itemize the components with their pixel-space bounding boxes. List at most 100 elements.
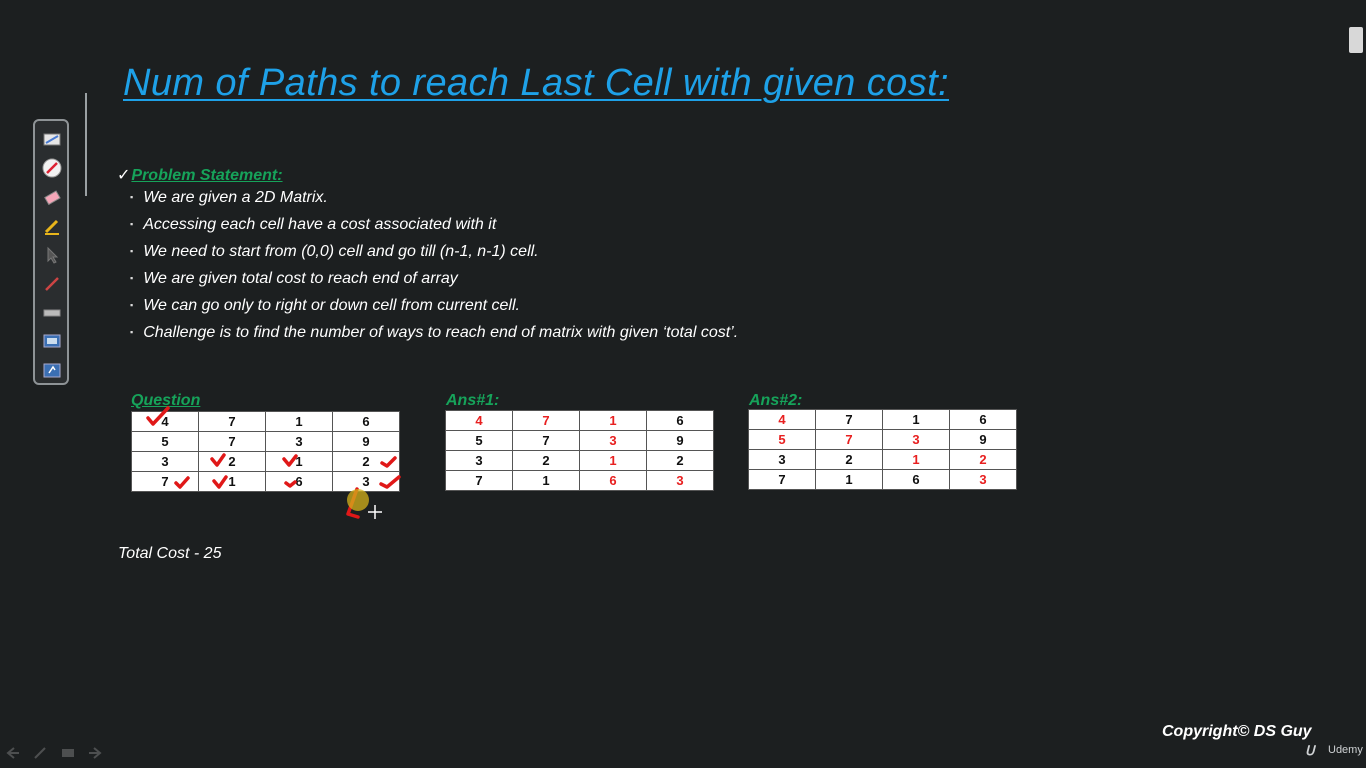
bullet-item: Challenge is to find the number of ways … xyxy=(130,322,738,349)
matrix-cell: 2 xyxy=(646,450,714,471)
bullet-item: We are given a 2D Matrix. xyxy=(130,187,738,214)
pen-toolbar xyxy=(33,119,69,385)
matrix-cell: 1 xyxy=(815,469,883,490)
matrix-cell: 7 xyxy=(445,470,513,491)
matrix-row: 4716 xyxy=(131,411,400,432)
matrix-cell: 2 xyxy=(512,450,580,471)
copyright-text: Copyright© DS Guy xyxy=(1162,723,1312,740)
matrix-row: 5739 xyxy=(445,430,714,451)
matrix-cell: 3 xyxy=(646,470,714,491)
matrix-row: 5739 xyxy=(748,429,1017,450)
ans1-label: Ans#1: xyxy=(446,392,500,409)
pen-tool-icon[interactable] xyxy=(42,129,62,149)
matrix-cell: 7 xyxy=(131,471,199,492)
presentation-icon[interactable] xyxy=(42,361,62,381)
matrix-cell: 3 xyxy=(748,449,816,470)
matrix-cell: 6 xyxy=(332,411,400,432)
matrix-cell: 2 xyxy=(198,451,266,472)
matrix-cell: 6 xyxy=(949,409,1017,430)
ans1-matrix: 4716573932127163 xyxy=(445,410,714,491)
matrix-row: 7163 xyxy=(131,471,400,492)
total-cost: Total Cost - 25 xyxy=(118,545,222,562)
marker-icon[interactable] xyxy=(42,216,62,236)
slide-nav xyxy=(6,746,111,764)
prev-arrow-icon[interactable] xyxy=(6,746,20,759)
matrix-cell: 1 xyxy=(882,449,950,470)
udemy-brand: Udemy xyxy=(1328,744,1363,756)
matrix-cell: 7 xyxy=(748,469,816,490)
matrix-row: 7163 xyxy=(748,469,1017,490)
matrix-row: 4716 xyxy=(445,410,714,431)
matrix-cell: 1 xyxy=(512,470,580,491)
check-icon: ✓ xyxy=(117,167,131,184)
crosshair-cursor-icon xyxy=(368,505,382,519)
slide-title: Num of Paths to reach Last Cell with giv… xyxy=(123,62,950,104)
matrix-cell: 1 xyxy=(265,451,333,472)
bullet-item: Accessing each cell have a cost associat… xyxy=(130,214,738,241)
problem-statement-label: Problem Statement: xyxy=(131,167,283,184)
matrix-cell: 9 xyxy=(332,431,400,452)
bullet-item: We can go only to right or down cell fro… xyxy=(130,295,738,322)
matrix-cell: 6 xyxy=(579,470,647,491)
next-arrow-icon[interactable] xyxy=(88,746,102,759)
matrix-cell: 6 xyxy=(646,410,714,431)
problem-bullets: We are given a 2D Matrix. Accessing each… xyxy=(130,187,738,349)
matrix-cell: 3 xyxy=(131,451,199,472)
tick-mark-icon xyxy=(346,487,360,519)
matrix-cell: 1 xyxy=(198,471,266,492)
problem-statement-heading: ✓Problem Statement: xyxy=(117,165,283,185)
matrix-cell: 7 xyxy=(512,410,580,431)
side-panel-toggle-icon[interactable] xyxy=(1349,27,1363,53)
divider-line xyxy=(85,93,87,196)
matrix-cell: 2 xyxy=(332,451,400,472)
matrix-cell: 9 xyxy=(646,430,714,451)
matrix-row: 3212 xyxy=(748,449,1017,470)
matrix-row: 4716 xyxy=(748,409,1017,430)
matrix-cell: 3 xyxy=(579,430,647,451)
ans2-matrix: 4716573932127163 xyxy=(748,409,1017,490)
udemy-logo-icon: ᑌ xyxy=(1305,743,1315,758)
matrix-cell: 1 xyxy=(882,409,950,430)
matrix-cell: 2 xyxy=(815,449,883,470)
ruler-icon[interactable] xyxy=(42,303,62,323)
matrix-row: 7163 xyxy=(445,470,714,491)
matrix-row: 3212 xyxy=(131,451,400,472)
matrix-cell: 2 xyxy=(949,449,1017,470)
matrix-cell: 4 xyxy=(131,411,199,432)
matrix-cell: 6 xyxy=(265,471,333,492)
pen-icon[interactable] xyxy=(33,746,47,759)
matrix-cell: 1 xyxy=(579,410,647,431)
matrix-row: 5739 xyxy=(131,431,400,452)
matrix-cell: 4 xyxy=(445,410,513,431)
matrix-cell: 7 xyxy=(198,431,266,452)
matrix-cell: 3 xyxy=(882,429,950,450)
matrix-cell: 9 xyxy=(949,429,1017,450)
matrix-row: 3212 xyxy=(445,450,714,471)
matrix-cell: 7 xyxy=(815,429,883,450)
bullet-item: We need to start from (0,0) cell and go … xyxy=(130,241,738,268)
matrix-cell: 1 xyxy=(579,450,647,471)
screen-capture-icon[interactable] xyxy=(42,332,62,352)
matrix-cell: 3 xyxy=(445,450,513,471)
matrix-cell: 1 xyxy=(265,411,333,432)
matrix-cell: 5 xyxy=(748,429,816,450)
pointer-icon[interactable] xyxy=(42,245,62,265)
matrix-cell: 5 xyxy=(445,430,513,451)
question-label: Question xyxy=(131,392,201,409)
matrix-cell: 7 xyxy=(198,411,266,432)
matrix-cell: 6 xyxy=(882,469,950,490)
ans2-label: Ans#2: xyxy=(749,392,803,409)
highlighter-icon[interactable] xyxy=(42,158,62,178)
matrix-cell: 5 xyxy=(131,431,199,452)
matrix-cell: 3 xyxy=(949,469,1017,490)
cursor-highlight-icon xyxy=(347,489,369,511)
matrix-cell: 3 xyxy=(265,431,333,452)
bullet-item: We are given total cost to reach end of … xyxy=(130,268,738,295)
brush-icon[interactable] xyxy=(42,274,62,294)
matrix-cell: 7 xyxy=(512,430,580,451)
eraser-icon[interactable] xyxy=(42,187,62,207)
menu-icon[interactable] xyxy=(61,746,75,758)
question-matrix: 4716573932127163 xyxy=(131,411,400,492)
ink-annotations xyxy=(146,406,401,519)
matrix-cell: 4 xyxy=(748,409,816,430)
